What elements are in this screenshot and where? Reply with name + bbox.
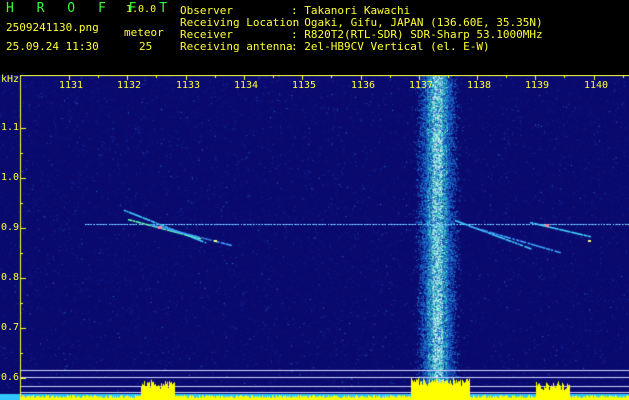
app-version: 1.0.0 [126, 4, 157, 15]
spectrogram-canvas [0, 75, 629, 400]
meteor-label: meteor [124, 26, 164, 39]
y-axis-unit-label: kHz [1, 74, 20, 85]
y-tick-label: 1.0 [1, 172, 20, 183]
y-tick-label: 0.9 [1, 222, 20, 233]
filename: 2509241130.png [6, 21, 99, 34]
header-panel: H R O F F T 1.0.0 2509241130.png 25.09.2… [0, 0, 629, 75]
antenna-label: Receiving antenna [180, 40, 293, 53]
x-tick-label: 1138 [467, 80, 492, 91]
meteor-count: 25 [139, 40, 153, 53]
x-tick-label: 1133 [176, 80, 201, 91]
y-tick-label: 0.6 [1, 372, 20, 383]
x-tick-label: 1139 [525, 80, 550, 91]
datetime: 25.09.24 11:30 [6, 40, 99, 53]
x-tick-label: 1135 [292, 80, 317, 91]
x-tick-label: 1134 [234, 80, 259, 91]
antenna-value: : 2el-HB9CV Vertical (el. E-W) [291, 40, 490, 53]
x-tick-label: 1136 [351, 80, 376, 91]
y-tick-label: 0.7 [1, 322, 20, 333]
y-tick-label: 0.8 [1, 272, 20, 283]
y-tick-label: 1.1 [1, 122, 20, 133]
x-tick-label: 1132 [117, 80, 142, 91]
x-tick-label: 1131 [59, 80, 84, 91]
x-tick-label: 1140 [584, 80, 609, 91]
x-tick-label: 1137 [409, 80, 434, 91]
